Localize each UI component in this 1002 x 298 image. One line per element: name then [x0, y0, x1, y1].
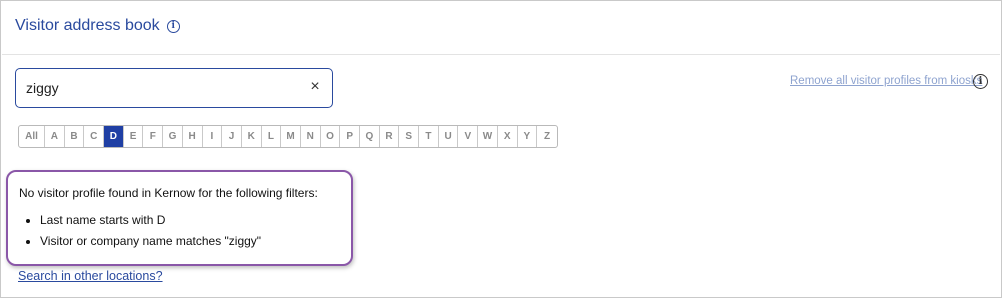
letter-filter-t[interactable]: T	[419, 126, 439, 147]
letter-filter-e[interactable]: E	[124, 126, 144, 147]
no-results-message: No visitor profile found in Kernow for t…	[19, 186, 318, 200]
letter-filter-m[interactable]: M	[281, 126, 301, 147]
panel-header: Visitor address book i	[2, 2, 1000, 55]
letter-filter-v[interactable]: V	[458, 126, 479, 147]
no-results-notice: No visitor profile found in Kernow for t…	[6, 170, 353, 266]
filter-list: Last name starts with D Visitor or compa…	[8, 214, 261, 256]
letter-filter-o[interactable]: O	[321, 126, 341, 147]
visitor-address-book-panel: Visitor address book i × Remove all visi…	[0, 0, 1002, 298]
remove-all-profiles-link[interactable]: Remove all visitor profiles from kiosks	[790, 75, 982, 87]
filter-item: Last name starts with D	[40, 214, 261, 227]
letter-filter-g[interactable]: G	[163, 126, 183, 147]
letter-filter-y[interactable]: Y	[518, 126, 538, 147]
letter-filter-j[interactable]: J	[222, 126, 242, 147]
letter-filter-s[interactable]: S	[399, 126, 420, 147]
search-input[interactable]	[26, 78, 296, 98]
clear-search-icon[interactable]: ×	[306, 78, 324, 96]
letter-filter-u[interactable]: U	[439, 126, 459, 147]
letter-filter-f[interactable]: F	[143, 126, 164, 147]
letter-filter-b[interactable]: B	[65, 126, 85, 147]
letter-filter-h[interactable]: H	[183, 126, 203, 147]
letter-filter-i[interactable]: I	[203, 126, 223, 147]
letter-filter-x[interactable]: X	[498, 126, 518, 147]
search-other-locations-link[interactable]: Search in other locations?	[18, 269, 163, 283]
filter-item: Visitor or company name matches "ziggy"	[40, 235, 261, 248]
letter-filter-z[interactable]: Z	[537, 126, 557, 147]
remove-info-icon[interactable]: i	[973, 74, 988, 89]
letter-filter-all[interactable]: All	[19, 126, 45, 147]
letter-filter-k[interactable]: K	[242, 126, 262, 147]
page-title: Visitor address book i	[15, 17, 180, 35]
letter-filter-a[interactable]: A	[45, 126, 65, 147]
letter-filter-q[interactable]: Q	[360, 126, 380, 147]
letter-filter-p[interactable]: P	[340, 126, 360, 147]
letter-filter-n[interactable]: N	[301, 126, 321, 147]
letter-filter-d[interactable]: D	[104, 126, 124, 147]
letter-filter-r[interactable]: R	[380, 126, 400, 147]
search-field[interactable]: ×	[15, 68, 333, 108]
letter-filter-l[interactable]: L	[262, 126, 282, 147]
page-title-text: Visitor address book	[15, 17, 160, 34]
alphabet-filter-bar: All A B C D E F G H I J K L M N O P Q R S T U V W X Y Z	[18, 125, 558, 148]
letter-filter-c[interactable]: C	[84, 126, 105, 147]
info-icon[interactable]: i	[166, 19, 180, 33]
letter-filter-w[interactable]: W	[478, 126, 498, 147]
